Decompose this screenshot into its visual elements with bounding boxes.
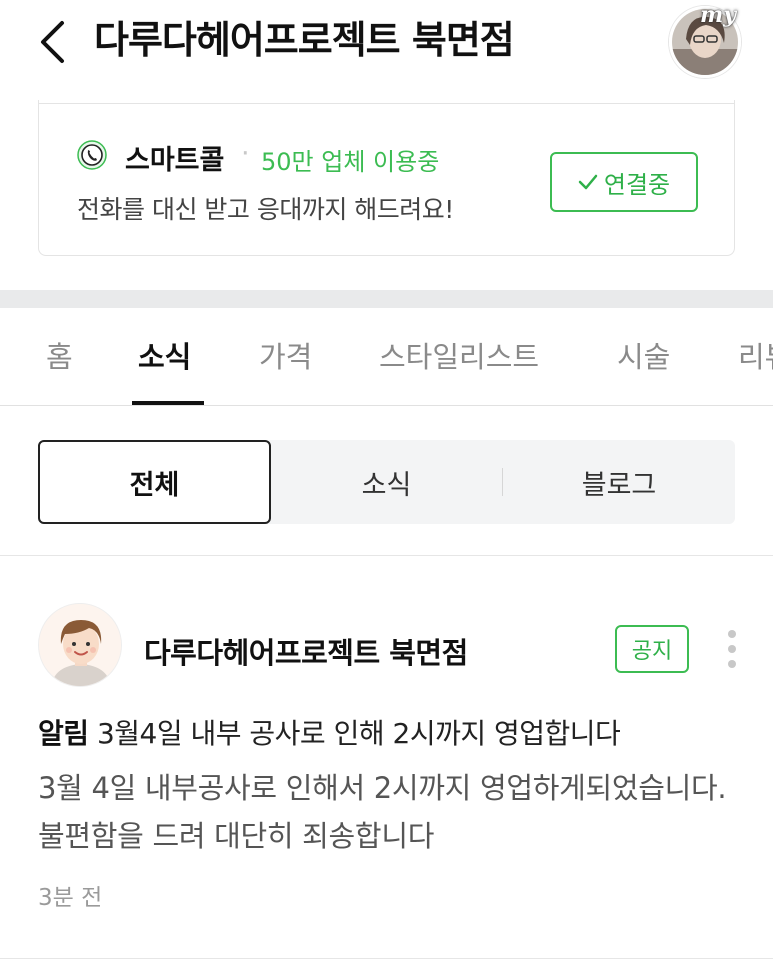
tab-price[interactable]: 가격 xyxy=(259,334,312,376)
more-dot-icon xyxy=(728,660,736,668)
tab-treatment[interactable]: 시술 xyxy=(617,334,670,376)
separator-dot: · xyxy=(241,138,250,169)
tab-bar: 홈 소식 가격 스타일리스트 시술 리뷰 xyxy=(0,308,773,406)
filter-segmented-control: 전체 소식 블로그 xyxy=(38,440,735,524)
smartcall-card: 스마트콜 · 50만 업체 이용중 전화를 대신 받고 응대까지 해드려요! 연… xyxy=(38,100,735,256)
check-icon xyxy=(578,174,598,190)
filter-blog[interactable]: 블로그 xyxy=(503,440,735,524)
post-headline[interactable]: 알림 3월4일 내부 공사로 인해 2시까지 영업합니다 xyxy=(38,712,621,752)
more-options-button[interactable] xyxy=(720,628,744,670)
back-button[interactable] xyxy=(30,18,74,66)
content-divider xyxy=(0,555,773,556)
tab-review[interactable]: 리뷰 xyxy=(738,334,773,376)
tab-news[interactable]: 소식 xyxy=(138,334,191,376)
cartoon-avatar-icon xyxy=(39,604,121,686)
active-tab-indicator xyxy=(132,401,204,405)
phone-icon xyxy=(77,140,107,170)
filter-news[interactable]: 소식 xyxy=(271,440,502,524)
post-title: 3월4일 내부 공사로 인해 2시까지 영업합니다 xyxy=(96,717,621,750)
connect-button[interactable]: 연결중 xyxy=(550,152,698,212)
post-author-avatar[interactable] xyxy=(38,603,122,687)
filter-all[interactable]: 전체 xyxy=(38,440,271,524)
top-header: 다루다헤어프로젝트 북면점 my xyxy=(0,0,773,92)
section-divider xyxy=(0,290,773,308)
connect-button-label: 연결중 xyxy=(603,170,671,199)
smartcall-description: 전화를 대신 받고 응대까지 해드려요! xyxy=(77,195,454,224)
smartcall-users: 50만 업체 이용중 xyxy=(261,148,440,176)
more-dot-icon xyxy=(728,630,736,638)
chevron-left-icon xyxy=(41,21,64,63)
bottom-divider xyxy=(0,958,773,959)
post-body[interactable]: 3월 4일 내부공사로 인해서 2시까지 영업하게되었습니다. 불편함을 드려 … xyxy=(38,764,738,860)
tab-home[interactable]: 홈 xyxy=(46,334,73,376)
post-timestamp: 3분 전 xyxy=(38,885,103,911)
post-category: 알림 xyxy=(38,717,89,750)
smartcall-name: 스마트콜 xyxy=(125,145,225,176)
more-dot-icon xyxy=(728,645,736,653)
avatar-tag: my xyxy=(700,2,737,28)
page-title: 다루다헤어프로젝트 북면점 xyxy=(94,18,515,62)
notice-badge: 공지 xyxy=(615,625,689,673)
tab-stylist[interactable]: 스타일리스트 xyxy=(379,334,539,376)
post-author-name: 다루다헤어프로젝트 북면점 xyxy=(144,636,468,670)
